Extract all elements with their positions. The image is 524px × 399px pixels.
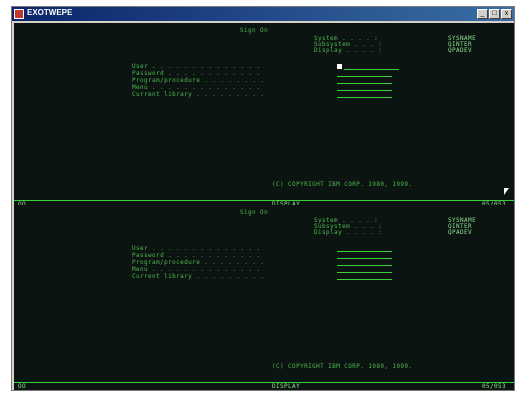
password-input[interactable] (337, 76, 392, 77)
window-controls: _ □ x (477, 9, 512, 19)
title-bar[interactable]: EXOTWEPE _ □ x (12, 7, 514, 21)
minimize-button[interactable]: _ (477, 9, 488, 19)
display-label: Display . . . . : (314, 47, 383, 54)
field-label-password: Password . . . . . . . . . . . . (132, 70, 261, 77)
library-input[interactable] (337, 97, 392, 98)
field-label-user: User . . . . . . . . . . . . . . (132, 63, 261, 70)
library-input[interactable] (337, 279, 392, 280)
display-value: QPADEV (448, 229, 473, 236)
menu-input[interactable] (337, 90, 392, 91)
password-input[interactable] (337, 258, 392, 259)
program-input[interactable] (337, 83, 392, 84)
program-input[interactable] (337, 265, 392, 266)
display-label: Display . . . . : (314, 229, 383, 236)
status-left: OO (18, 383, 27, 390)
user-input[interactable] (337, 251, 392, 252)
text-cursor (337, 64, 342, 69)
status-bar: OO DISPLAY 05/053 (14, 382, 514, 390)
menu-input[interactable] (337, 272, 392, 273)
terminal-session-bottom[interactable]: Sign On System . . . . : SYSNAME Subsyst… (14, 205, 514, 390)
terminal-session-top[interactable]: Sign On System . . . . : SYSNAME Subsyst… (14, 23, 514, 208)
field-label-user: User . . . . . . . . . . . . . . (132, 245, 261, 252)
field-label-program: Program/procedure . . . . . . . . (132, 259, 265, 266)
user-input[interactable] (344, 69, 399, 70)
field-label-program: Program/procedure . . . . . . . . (132, 77, 265, 84)
mouse-pointer-icon (504, 188, 509, 195)
status-right: 05/053 (482, 383, 507, 390)
window-title: EXOTWEPE (27, 8, 73, 17)
display-value: QPADEV (448, 47, 473, 54)
status-center: DISPLAY (272, 383, 301, 390)
field-label-library: Current library . . . . . . . . . (132, 91, 265, 98)
terminal-window: EXOTWEPE _ □ x Sign On System . . . . : … (11, 6, 515, 391)
maximize-button[interactable]: □ (489, 9, 500, 19)
field-label-menu: Menu . . . . . . . . . . . . . . (132, 84, 261, 91)
close-button[interactable]: x (501, 9, 512, 19)
field-label-library: Current library . . . . . . . . . (132, 273, 265, 280)
screen-title: Sign On (240, 209, 269, 216)
copyright-notice: (C) COPYRIGHT IBM CORP. 1980, 1999. (272, 363, 413, 370)
app-icon (14, 9, 24, 19)
field-label-password: Password . . . . . . . . . . . . (132, 252, 261, 259)
field-label-menu: Menu . . . . . . . . . . . . . . (132, 266, 261, 273)
screen-title: Sign On (240, 27, 269, 34)
copyright-notice: (C) COPYRIGHT IBM CORP. 1980, 1999. (272, 181, 413, 188)
